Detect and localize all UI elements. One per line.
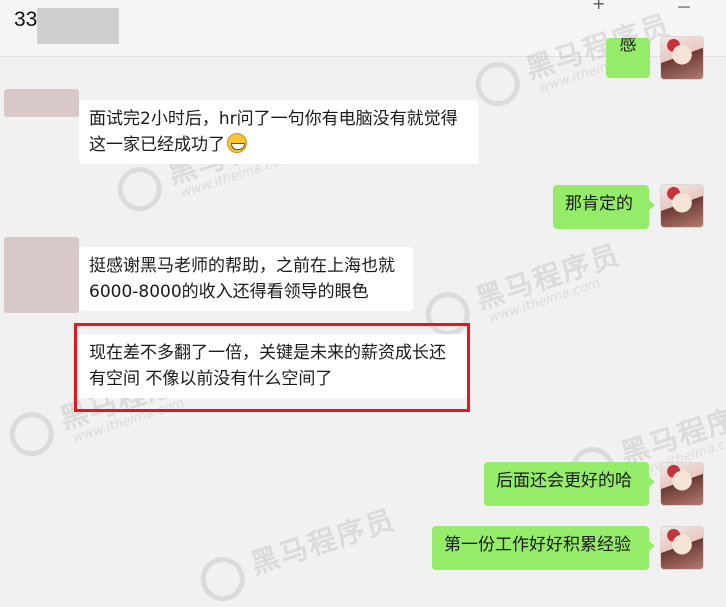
minimize-icon[interactable]: － xyxy=(676,0,692,18)
grin-emoji-icon xyxy=(227,133,247,153)
watermark-logo-icon xyxy=(195,551,251,607)
message-text: 面试完2小时后，hr问了一句你有电脑没有就觉得 xyxy=(89,109,458,129)
message-text: 挺感谢黑马老师的帮助，之前在上海也就 xyxy=(89,256,395,276)
watermark-logo-icon xyxy=(4,406,60,462)
received-message-bubble[interactable]: 挺感谢黑马老师的帮助，之前在上海也就 6000-8000的收入还得看领导的眼色 xyxy=(79,247,413,311)
watermark-brand: 黑马程序员 xyxy=(246,502,400,581)
sent-message-bubble[interactable]: 那肯定的 xyxy=(553,185,655,229)
received-message-bubble[interactable]: 面试完2小时后，hr问了一句你有电脑没有就觉得 这一家已经成功了 xyxy=(79,100,479,164)
sent-message-bubble[interactable]: 感 xyxy=(606,38,650,78)
self-avatar[interactable] xyxy=(660,184,704,228)
redaction-mask xyxy=(37,8,119,44)
message-text: 6000-8000的收入还得看领导的眼色 xyxy=(89,282,369,302)
highlight-annotation-box xyxy=(74,323,470,412)
self-avatar[interactable] xyxy=(660,36,704,80)
watermark-site: www.itheima.com xyxy=(486,275,603,327)
watermark-brand: 黑马程序员 xyxy=(616,392,726,471)
chat-title[interactable]: 33 xyxy=(14,8,37,32)
redacted-avatar xyxy=(4,89,79,117)
redacted-avatar xyxy=(4,237,79,313)
sent-message-bubble[interactable]: 第一份工作好好积累经验 xyxy=(432,526,655,570)
message-text: 后面还会更好的哈 xyxy=(496,471,632,491)
message-text: 这一家已经成功了 xyxy=(89,135,225,155)
sent-message-bubble[interactable]: 后面还会更好的哈 xyxy=(484,462,655,506)
watermark-brand: 黑马程序员 xyxy=(471,237,625,316)
message-text: 第一份工作好好积累经验 xyxy=(444,535,631,555)
self-avatar[interactable] xyxy=(660,526,704,570)
self-avatar[interactable] xyxy=(660,462,704,506)
add-icon[interactable]: + xyxy=(592,0,605,13)
watermark-logo-icon xyxy=(112,161,168,217)
message-text: 感 xyxy=(619,38,637,55)
message-text: 那肯定的 xyxy=(565,194,633,214)
